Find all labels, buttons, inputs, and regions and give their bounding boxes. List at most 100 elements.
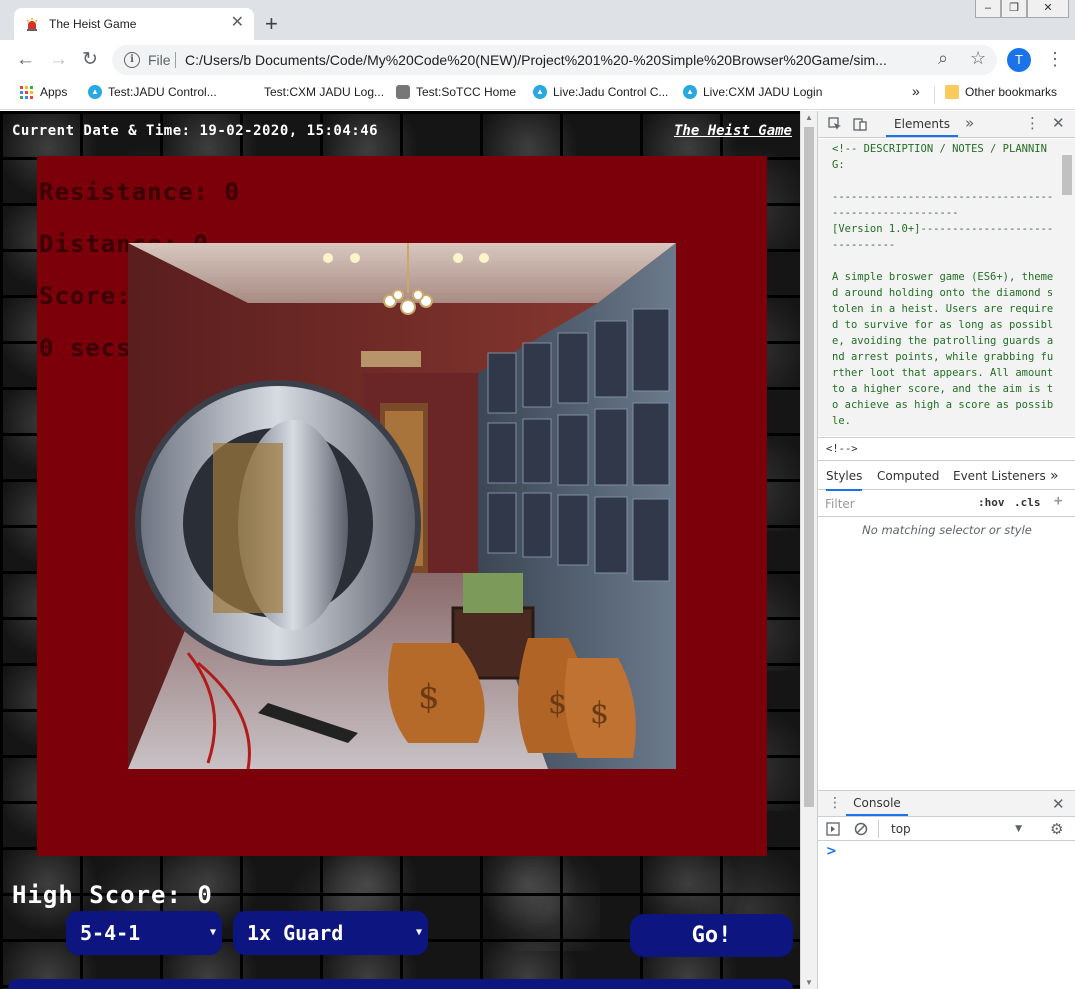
page-scrollbar[interactable]: ▲ ▼ <box>800 111 817 989</box>
address-bar[interactable]: i File C:/Users/b Documents/Code/My%20Co… <box>112 45 997 75</box>
bookmark-label: Test:JADU Control... <box>108 85 217 99</box>
hov-toggle[interactable]: :hov <box>978 496 1005 509</box>
dom-breadcrumb[interactable]: <!--> <box>818 437 1075 461</box>
bookmark-test-jadu-control[interactable]: ▲ Test:JADU Control... <box>88 85 217 99</box>
devtools-menu-icon[interactable]: ⋮ <box>1025 114 1040 132</box>
svg-text:$: $ <box>418 677 440 717</box>
context-value: top <box>891 822 911 836</box>
guard-select[interactable]: 1x Guard ▼ <box>233 911 428 955</box>
browser-menu-icon[interactable]: ⋮ <box>1046 49 1064 69</box>
reload-icon[interactable]: ↻ <box>82 49 98 71</box>
bookmark-test-sotcc-home[interactable]: Test:SoTCC Home <box>396 85 516 99</box>
drawer-menu-icon[interactable]: ⋮ <box>828 795 842 811</box>
bookmark-label: Live:CXM JADU Login <box>703 85 823 99</box>
devtools-toolbar: Elements » ⋮ ✕ <box>818 111 1075 138</box>
formation-select-value: 5-4-1 <box>80 921 141 945</box>
restore-button[interactable]: ❐ <box>1001 0 1027 18</box>
bottom-panel-edge <box>8 979 793 989</box>
star-icon[interactable]: ☆ <box>970 48 986 69</box>
svg-text:$: $ <box>548 686 567 721</box>
guard-select-value: 1x Guard <box>247 921 344 945</box>
bookmark-label: Test:CXM JADU Log... <box>264 85 385 99</box>
elements-dom-tree[interactable]: <!-- DESCRIPTION / NOTES / PLANNING: ---… <box>818 139 1058 436</box>
siren-icon <box>26 18 38 31</box>
console-settings-gear-icon[interactable]: ⚙ <box>1050 820 1063 838</box>
no-matching-style: No matching selector or style <box>862 523 1032 537</box>
new-tab-button[interactable]: + <box>265 12 278 36</box>
bookmark-test-cxm-jadu-login[interactable]: Test:CXM JADU Log... <box>264 85 384 99</box>
tab-title: The Heist Game <box>49 17 137 31</box>
resistance-stat: Resistance: 0 <box>39 178 240 206</box>
styles-subtabs: Styles Computed Event Listeners » <box>818 463 1075 491</box>
console-close-icon[interactable]: ✕ <box>1052 795 1065 813</box>
scheme-label: File <box>148 52 171 68</box>
scroll-down-icon[interactable]: ▼ <box>805 978 813 987</box>
bookmark-label: Other bookmarks <box>965 85 1058 99</box>
high-score: High Score: 0 <box>12 881 213 909</box>
inspect-icon[interactable] <box>828 117 842 131</box>
tab-styles[interactable]: Styles <box>826 463 863 491</box>
go-button[interactable]: Go! <box>630 914 793 957</box>
tab-strip: The Heist Game ✕ + ‒ ❐ ✕ <box>0 0 1075 40</box>
browser-tab[interactable]: The Heist Game ✕ <box>14 8 254 40</box>
clear-console-icon[interactable] <box>854 822 868 836</box>
console-context-select[interactable]: top ▼ <box>878 820 1028 838</box>
profile-avatar[interactable]: T <box>1007 48 1031 72</box>
tab-close-icon[interactable]: ✕ <box>231 13 244 33</box>
bookmarks-bar: Apps ▲ Test:JADU Control... Test:CXM JAD… <box>0 80 1075 110</box>
dom-tree-scrollbar[interactable] <box>1058 139 1075 436</box>
browser-toolbar: ← → ↻ i File C:/Users/b Documents/Code/M… <box>0 40 1075 80</box>
zoom-icon[interactable]: ⌕ <box>938 48 948 69</box>
url-text[interactable]: C:/Users/b Documents/Code/My%20Code%20(N… <box>185 52 925 68</box>
back-icon[interactable]: ← <box>16 49 35 71</box>
jadu-icon: ▲ <box>683 85 697 99</box>
more-tabs-icon[interactable]: » <box>965 114 974 132</box>
scrollbar-thumb[interactable] <box>1062 155 1072 195</box>
devtools-panel: Elements » ⋮ ✕ <!-- DESCRIPTION / NOTES … <box>817 111 1075 989</box>
console-prompt[interactable]: > <box>826 844 837 859</box>
bookmark-label: Live:Jadu Control C... <box>553 85 669 99</box>
game-board[interactable]: Resistance: 0 Distance: 0 Score: 0 0 sec… <box>37 156 767 856</box>
sidebar-toggle-icon[interactable] <box>826 822 840 836</box>
minimize-button[interactable]: ‒ <box>975 0 1001 18</box>
styles-filter-row: Filter :hov .cls + <box>818 491 1075 517</box>
chevron-down-icon: ▼ <box>415 927 422 938</box>
bank-vault-image: $ $ $ <box>128 243 676 769</box>
game-title-link[interactable]: The Heist Game <box>674 123 792 139</box>
folder-icon <box>945 85 959 99</box>
tab-elements[interactable]: Elements <box>886 111 958 137</box>
timer-stat: 0 secs <box>39 334 132 362</box>
current-datetime: Current Date & Time: 19-02-2020, 15:04:4… <box>12 123 379 139</box>
console-toolbar: top ▼ ⚙ <box>818 817 1075 841</box>
scrollbar-thumb[interactable] <box>804 127 814 807</box>
bookmark-live-cxm-jadu-login[interactable]: ▲ Live:CXM JADU Login <box>683 85 822 99</box>
tab-computed[interactable]: Computed <box>877 463 939 489</box>
tab-event-listeners[interactable]: Event Listeners <box>953 463 1046 489</box>
omnibox-separator <box>175 52 176 68</box>
add-rule-icon[interactable]: + <box>1054 493 1062 509</box>
device-toggle-icon[interactable] <box>853 117 867 131</box>
window-controls: ‒ ❐ ✕ <box>975 0 1069 18</box>
styles-filter-input[interactable]: Filter <box>821 494 966 514</box>
window-close-button[interactable]: ✕ <box>1027 0 1069 18</box>
bookmarks-overflow-icon[interactable]: » <box>912 83 920 99</box>
info-icon[interactable]: i <box>124 52 140 68</box>
jadu-icon: ▲ <box>533 85 547 99</box>
forward-icon[interactable]: → <box>49 49 68 71</box>
console-drawer-header: ⋮ Console ✕ <box>818 790 1075 817</box>
formation-select[interactable]: 5-4-1 ▼ <box>66 911 222 955</box>
other-bookmarks[interactable]: Other bookmarks <box>945 85 1057 99</box>
robot-icon <box>396 85 410 99</box>
scroll-up-icon[interactable]: ▲ <box>805 113 813 122</box>
game-page: Current Date & Time: 19-02-2020, 15:04:4… <box>0 111 800 989</box>
more-subtabs-icon[interactable]: » <box>1050 463 1059 489</box>
bookmark-label: Apps <box>40 85 68 99</box>
svg-text:$: $ <box>590 696 609 731</box>
devtools-close-icon[interactable]: ✕ <box>1052 114 1065 132</box>
cls-toggle[interactable]: .cls <box>1014 496 1041 509</box>
tab-console[interactable]: Console <box>846 791 908 816</box>
bookmark-live-jadu-control[interactable]: ▲ Live:Jadu Control C... <box>533 85 668 99</box>
apps-grid-icon <box>20 85 33 99</box>
bookmark-apps[interactable]: Apps <box>20 85 67 99</box>
jadu-icon: ▲ <box>88 85 102 99</box>
